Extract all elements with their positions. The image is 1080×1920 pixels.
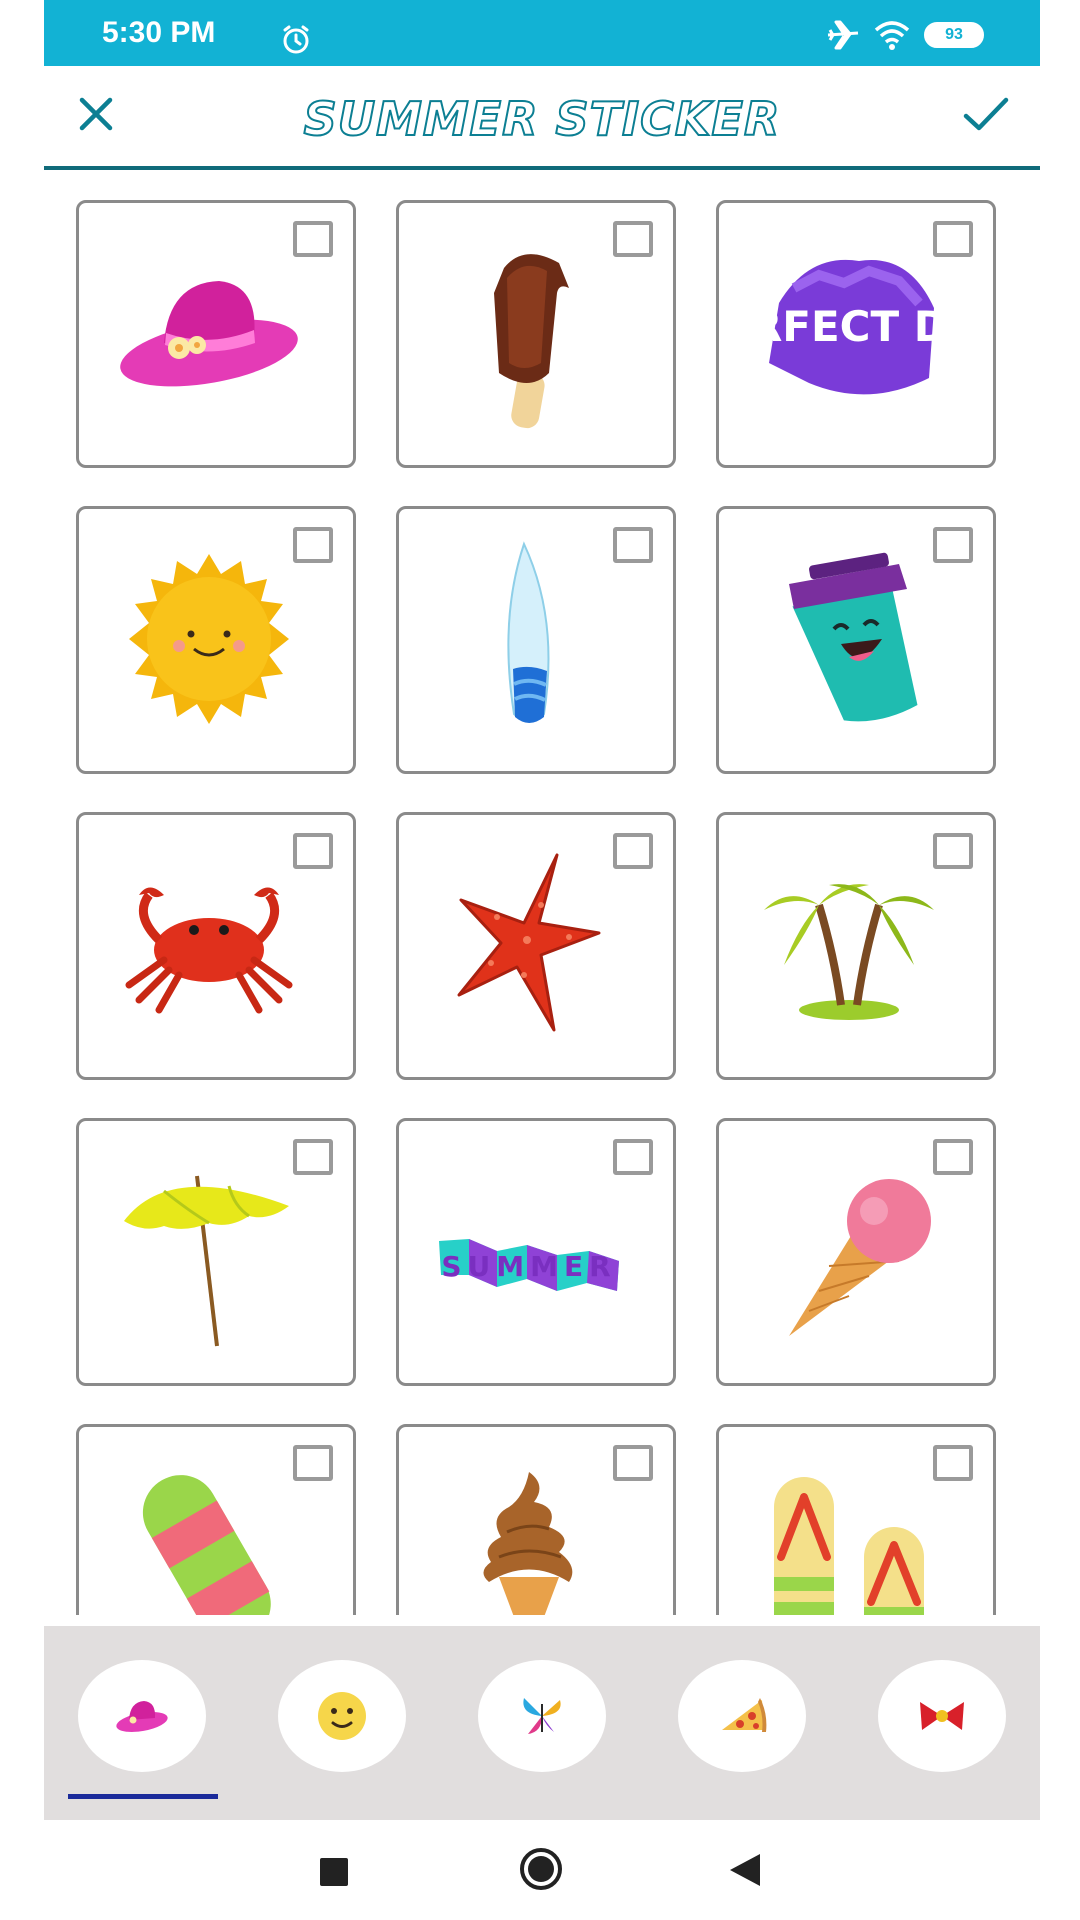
sticker-cell-smiling-sun[interactable] (76, 506, 356, 774)
recents-icon[interactable] (318, 1856, 350, 1888)
tab-bow-category[interactable] (878, 1660, 1006, 1772)
status-icons: 93 (826, 20, 984, 50)
airplane-mode-icon (827, 20, 859, 50)
sticker-cell-ice-cream-cone[interactable] (716, 1118, 996, 1386)
selected-tab-indicator (68, 1794, 218, 1799)
perfect-day-text: PERFECT DAY (749, 302, 949, 351)
sticker-cell-surfboard[interactable] (396, 506, 676, 774)
pizza-icon (722, 1698, 767, 1732)
starfish-sticker (457, 853, 601, 1032)
sticker-cell-perfect-day[interactable]: PERFECT DAY (716, 200, 996, 468)
app-header: SUMMER STICKER (44, 66, 1040, 170)
sticker-cell-starfish[interactable] (396, 812, 676, 1080)
crab-sticker (125, 887, 293, 1014)
ice-cream-cone-sticker (789, 1179, 931, 1336)
tab-smiley-category[interactable] (278, 1660, 406, 1772)
smiley-icon (318, 1692, 366, 1740)
battery-level: 93 (945, 26, 963, 43)
hat-icon (116, 1701, 168, 1732)
summer-banner-text: SUMMER (441, 1250, 616, 1283)
soft-serve-cone-sticker (483, 1472, 573, 1615)
sticker-cell-flip-flops[interactable] (716, 1424, 996, 1615)
surfboard-sticker (507, 541, 550, 723)
page-title: SUMMER STICKER (303, 91, 781, 147)
sticker-cell-palm-trees[interactable] (716, 812, 996, 1080)
sticker-cell-crab[interactable] (76, 812, 356, 1080)
striped-popsicle-sticker (142, 1475, 271, 1615)
wifi-icon (874, 21, 910, 50)
flip-flops-sticker (774, 1477, 924, 1615)
chocolate-popsicle-sticker (494, 254, 569, 429)
category-tab-bar (44, 1626, 1040, 1820)
perfect-day-sticker: PERFECT DAY (749, 259, 949, 395)
palm-trees-sticker (764, 884, 934, 1020)
summer-banner-sticker: SUMMER (439, 1239, 619, 1291)
sticker-cell-beach-umbrella[interactable] (76, 1118, 356, 1386)
tab-butterfly-category[interactable] (478, 1660, 606, 1772)
sticker-cell-soft-serve-cone[interactable] (396, 1424, 676, 1615)
tab-pizza-category[interactable] (678, 1660, 806, 1772)
status-bar: 5:30 PM 93 (44, 0, 1040, 66)
sticker-cell-chocolate-popsicle[interactable] (396, 200, 676, 468)
system-nav-bar (0, 1820, 1080, 1920)
sticker-cell-smiling-cup[interactable] (716, 506, 996, 774)
beach-umbrella-sticker (124, 1175, 289, 1347)
butterfly-icon (523, 1698, 561, 1734)
status-time: 5:30 PM (102, 16, 216, 49)
checkmark-icon[interactable] (962, 92, 1010, 136)
alarm-icon (283, 25, 309, 54)
home-icon[interactable] (518, 1846, 564, 1892)
bow-icon (920, 1702, 964, 1730)
sticker-cell-summer-banner[interactable]: SUMMER (396, 1118, 676, 1386)
sticker-cell-sun-hat[interactable] (76, 200, 356, 468)
smiling-cup-sticker (789, 552, 918, 722)
tab-hat-category[interactable] (78, 1660, 206, 1772)
sticker-cell-striped-popsicle[interactable] (76, 1424, 356, 1615)
battery-icon: 93 (924, 22, 984, 48)
smiling-sun-sticker (129, 554, 289, 724)
back-icon[interactable] (728, 1852, 762, 1888)
sticker-grid[interactable]: PERFECT DAY (76, 200, 1006, 1615)
sun-hat-sticker (120, 281, 298, 387)
